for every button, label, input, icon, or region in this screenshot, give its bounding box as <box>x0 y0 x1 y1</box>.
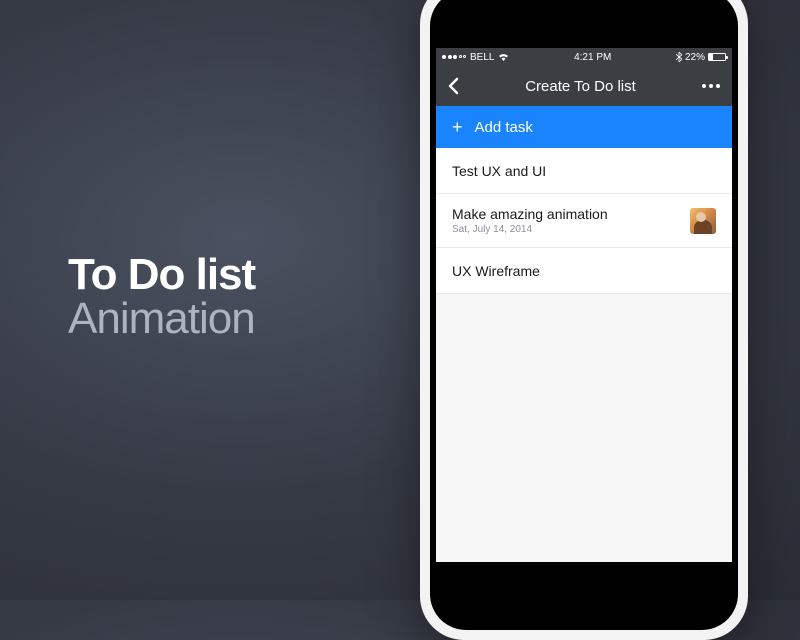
add-task-label: Add task <box>475 119 533 136</box>
task-title: UX Wireframe <box>452 263 716 279</box>
status-time: 4:21 PM <box>574 52 611 63</box>
promo-title: To Do list <box>68 250 255 300</box>
bluetooth-icon <box>676 52 682 62</box>
task-title: Make amazing animation <box>452 206 690 222</box>
task-title: Test UX and UI <box>452 163 716 179</box>
task-item[interactable]: UX Wireframe <box>436 248 732 294</box>
task-list: Test UX and UI Make amazing animation Sa… <box>436 148 732 294</box>
task-item[interactable]: Test UX and UI <box>436 148 732 194</box>
carrier-label: BELL <box>470 52 494 63</box>
status-bar: BELL 4:21 PM 22% <box>436 48 732 66</box>
nav-bar: Create To Do list <box>436 66 732 106</box>
promo-subtitle: Animation <box>68 294 255 344</box>
status-right: 22% <box>676 52 726 63</box>
phone-screen: BELL 4:21 PM 22% Create To Do list + Add… <box>436 48 732 562</box>
avatar <box>690 208 716 234</box>
wifi-icon <box>498 53 509 61</box>
phone-bezel: BELL 4:21 PM 22% Create To Do list + Add… <box>430 0 738 630</box>
nav-title: Create To Do list <box>525 78 636 95</box>
phone-device: BELL 4:21 PM 22% Create To Do list + Add… <box>420 0 748 640</box>
battery-icon <box>708 53 726 61</box>
task-date: Sat, July 14, 2014 <box>452 224 690 235</box>
task-item[interactable]: Make amazing animation Sat, July 14, 201… <box>436 194 732 248</box>
signal-dots-icon <box>442 55 466 59</box>
more-icon[interactable] <box>702 84 720 88</box>
back-icon[interactable] <box>448 77 459 95</box>
add-task-button[interactable]: + Add task <box>436 106 732 148</box>
status-left: BELL <box>442 52 509 63</box>
battery-percent: 22% <box>685 52 705 63</box>
plus-icon: + <box>452 117 463 138</box>
promo-text: To Do list Animation <box>68 250 255 344</box>
